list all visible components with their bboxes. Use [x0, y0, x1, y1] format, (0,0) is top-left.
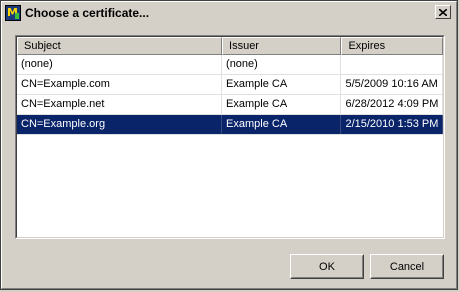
certificate-dialog: M Choose a certificate... Subject Issuer…: [0, 0, 458, 290]
list-item[interactable]: CN=Example.net Example CA 6/28/2012 4:09…: [17, 95, 443, 115]
dialog-title: Choose a certificate...: [25, 6, 150, 20]
cell-subject: CN=Example.org: [17, 115, 223, 134]
close-button[interactable]: [435, 5, 451, 19]
cell-issuer: Example CA: [222, 115, 342, 134]
column-header-subject[interactable]: Subject: [17, 37, 223, 55]
app-icon: M: [5, 5, 21, 21]
cell-expires: 6/28/2012 4:09 PM: [341, 95, 443, 114]
column-header-issuer[interactable]: Issuer: [222, 37, 342, 55]
cell-issuer: Example CA: [222, 75, 342, 94]
cell-issuer: (none): [222, 55, 342, 74]
cell-subject: CN=Example.net: [17, 95, 223, 114]
list-item[interactable]: (none) (none): [17, 55, 443, 75]
list-item-selected[interactable]: CN=Example.org Example CA 2/15/2010 1:53…: [17, 115, 443, 135]
cell-expires: 5/5/2009 10:16 AM: [341, 75, 443, 94]
cancel-button[interactable]: Cancel: [370, 254, 444, 279]
title-bar[interactable]: M Choose a certificate...: [3, 3, 455, 23]
cell-expires: 2/15/2010 1:53 PM: [341, 115, 443, 134]
certificate-list[interactable]: Subject Issuer Expires (none) (none) CN=…: [15, 35, 445, 239]
column-header-expires[interactable]: Expires: [341, 37, 443, 55]
cell-subject: CN=Example.com: [17, 75, 223, 94]
list-header: Subject Issuer Expires: [17, 37, 443, 55]
close-icon: [439, 8, 447, 16]
cell-subject: (none): [17, 55, 223, 74]
list-item[interactable]: CN=Example.com Example CA 5/5/2009 10:16…: [17, 75, 443, 95]
ok-button[interactable]: OK: [290, 254, 364, 279]
cell-issuer: Example CA: [222, 95, 342, 114]
cell-expires: [341, 55, 443, 74]
